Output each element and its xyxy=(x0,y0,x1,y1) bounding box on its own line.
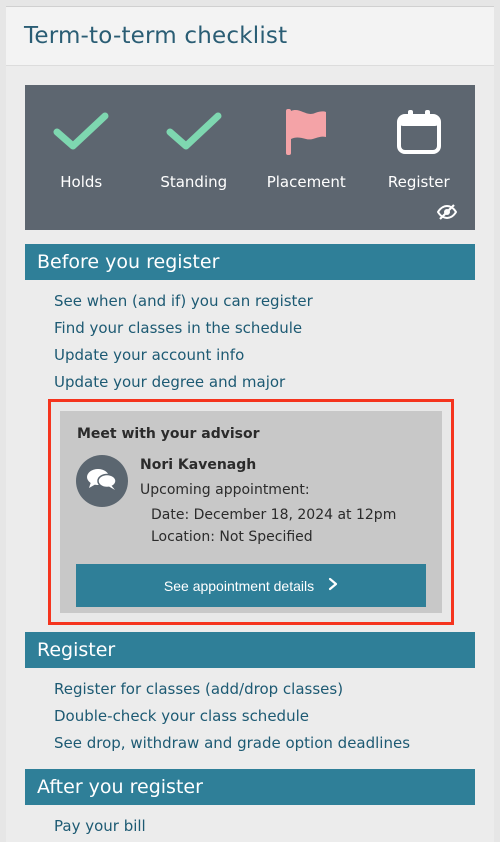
link-deadlines[interactable]: See drop, withdraw and grade option dead… xyxy=(54,734,410,752)
status-holds[interactable]: Holds xyxy=(25,85,138,230)
appointment-label: Upcoming appointment: xyxy=(140,482,310,498)
link-double-check-schedule[interactable]: Double-check your class schedule xyxy=(54,707,309,725)
status-label: Placement xyxy=(266,173,346,191)
eye-slash-icon[interactable] xyxy=(436,204,458,224)
chat-bubbles-icon xyxy=(86,466,118,496)
advisor-name: Nori Kavenagh xyxy=(140,457,257,473)
calendar-icon xyxy=(396,107,442,157)
advisor-highlight: Meet with your advisor Nori Kavenagh Upc… xyxy=(48,399,454,625)
page-title: Term-to-term checklist xyxy=(24,23,288,49)
status-overview: Holds Standing Placement Register xyxy=(25,85,475,230)
link-register-classes[interactable]: Register for classes (add/drop classes) xyxy=(54,680,343,698)
checkmark-icon xyxy=(166,107,222,157)
checkmark-icon xyxy=(53,107,109,157)
title-bar: Term-to-term checklist xyxy=(6,7,494,66)
appointment-location: Location: Not Specified xyxy=(151,529,313,545)
button-label: See appointment details xyxy=(163,577,315,594)
status-placement[interactable]: Placement xyxy=(250,85,363,230)
section-header-before: Before you register xyxy=(25,244,475,280)
link-degree-major[interactable]: Update your degree and major xyxy=(54,373,285,391)
checklist-panel: Term-to-term checklist Holds Standing Pl… xyxy=(6,6,494,842)
status-standing[interactable]: Standing xyxy=(138,85,251,230)
section-header-register: Register xyxy=(25,632,475,668)
status-label: Register xyxy=(387,173,450,191)
link-account-info[interactable]: Update your account info xyxy=(54,346,244,364)
chevron-right-icon xyxy=(328,577,338,594)
link-find-classes[interactable]: Find your classes in the schedule xyxy=(54,319,302,337)
section-header-after: After you register xyxy=(25,769,475,805)
link-when-register[interactable]: See when (and if) you can register xyxy=(54,292,313,310)
advisor-card: Meet with your advisor Nori Kavenagh Upc… xyxy=(60,411,442,613)
status-label: Holds xyxy=(60,173,103,191)
see-appointment-details-button[interactable]: See appointment details xyxy=(76,564,426,607)
advisor-card-title: Meet with your advisor xyxy=(77,426,260,442)
status-register[interactable]: Register xyxy=(363,85,476,230)
link-pay-bill[interactable]: Pay your bill xyxy=(54,817,146,835)
status-label: Standing xyxy=(160,173,228,191)
flag-icon xyxy=(284,107,328,157)
appointment-date: Date: December 18, 2024 at 12pm xyxy=(151,507,397,523)
avatar xyxy=(76,455,128,507)
